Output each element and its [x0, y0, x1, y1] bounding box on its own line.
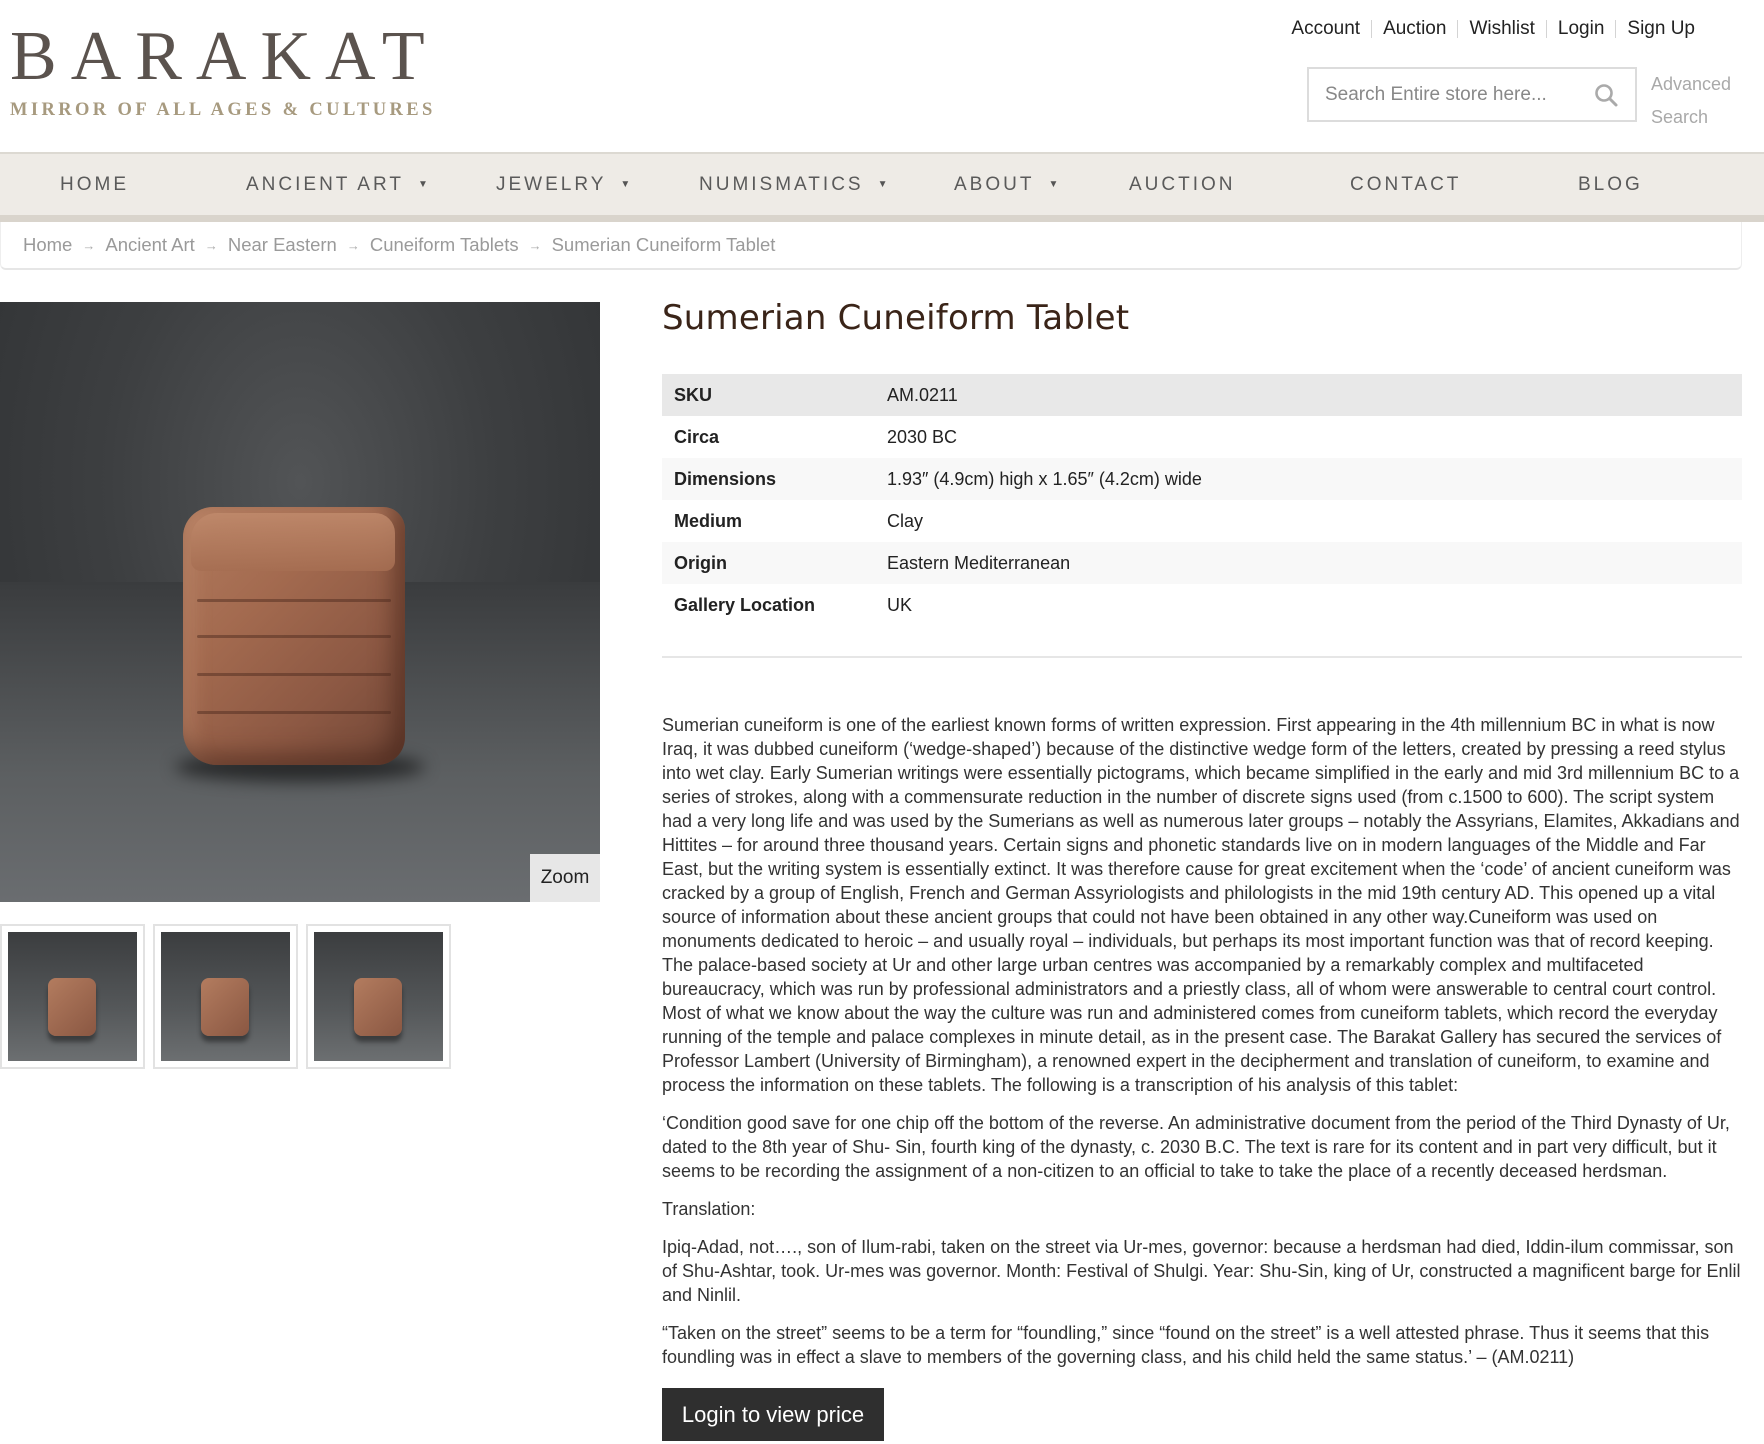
- zoom-button[interactable]: Zoom: [530, 854, 600, 902]
- spec-row-circa: Circa 2030 BC: [662, 416, 1742, 458]
- account-links: Account Auction Wishlist Login Sign Up: [1280, 18, 1706, 40]
- tablet-line: [197, 635, 391, 638]
- brand-tagline: MIRROR OF ALL AGES & CULTURES: [10, 100, 436, 120]
- auction-link[interactable]: Auction: [1372, 18, 1457, 40]
- breadcrumb-ancient-art[interactable]: Ancient Art: [105, 234, 194, 256]
- nav-item-numismatics[interactable]: NUMISMATICS ▼: [699, 154, 888, 215]
- nav-item-label: BLOG: [1578, 173, 1643, 195]
- spec-value: UK: [887, 594, 913, 615]
- product-specs-table: SKU AM.0211 Circa 2030 BC Dimensions 1.93″ …: [662, 374, 1742, 626]
- login-to-view-price-button[interactable]: Login to view price: [662, 1388, 884, 1441]
- spec-key: Origin: [662, 542, 875, 584]
- nav-item-jewelry[interactable]: JEWELRY ▼: [496, 154, 630, 215]
- search-input[interactable]: [1325, 83, 1593, 106]
- brand-name: BARAKAT: [10, 18, 439, 95]
- thumbnail-2[interactable]: [153, 924, 298, 1069]
- spec-key: Dimensions: [662, 458, 875, 500]
- breadcrumb: Home → Ancient Art → Near Eastern → Cune…: [0, 222, 1742, 270]
- arrow-right-icon: →: [528, 237, 542, 253]
- nav-item-auction[interactable]: AUCTION: [1129, 154, 1236, 215]
- login-link[interactable]: Login: [1547, 18, 1616, 40]
- tablet-thumbnail: [354, 978, 402, 1036]
- description-paragraph: ‘Condition good save for one chip off th…: [662, 1113, 1730, 1181]
- breadcrumb-cuneiform-tablets[interactable]: Cuneiform Tablets: [370, 234, 519, 256]
- spec-key: Circa: [674, 426, 720, 447]
- thumbnail-1[interactable]: [0, 924, 145, 1069]
- thumbnail-strip: [0, 924, 451, 1069]
- nav-item-blog[interactable]: BLOG: [1578, 154, 1643, 215]
- description-paragraph: Translation:: [662, 1199, 756, 1219]
- spec-key: Gallery Location: [674, 594, 816, 615]
- signup-link[interactable]: Sign Up: [1616, 18, 1706, 40]
- nav-item-label: HOME: [60, 173, 129, 195]
- brand-logo[interactable]: BARAKAT MIRROR OF ALL AGES & CULTURES: [10, 22, 439, 121]
- advanced-search-link[interactable]: Advanced Search: [1651, 68, 1751, 134]
- spec-row-gallery-location: Gallery Location UK: [662, 584, 1742, 626]
- spec-row-sku: SKU AM.0211: [662, 374, 1742, 416]
- product-description: Sumerian cuneiform is one of the earlies…: [662, 713, 1744, 1383]
- spec-value: 1.93″ (4.9cm) high x 1.65″ (4.2cm) wide: [875, 458, 1742, 500]
- main-nav: HOME ANCIENT ART ▼ JEWELRY ▼ NUMISMATICS ▼ …: [0, 152, 1764, 222]
- nav-item-label: AUCTION: [1129, 173, 1236, 195]
- breadcrumb-home[interactable]: Home: [23, 234, 72, 256]
- wishlist-link[interactable]: Wishlist: [1458, 18, 1545, 40]
- arrow-right-icon: →: [346, 237, 360, 253]
- thumbnail-image: [161, 932, 290, 1061]
- product-title: Sumerian Cuneiform Tablet: [662, 298, 1130, 338]
- chevron-down-icon: ▼: [620, 179, 631, 190]
- spec-value: Clay: [887, 510, 924, 531]
- product-main-image[interactable]: [0, 302, 600, 902]
- spec-row-origin: Origin Eastern Mediterranean: [662, 542, 1742, 584]
- nav-item-ancient-art[interactable]: ANCIENT ART ▼: [246, 154, 428, 215]
- nav-item-label: ANCIENT ART: [246, 173, 404, 195]
- account-link[interactable]: Account: [1280, 18, 1371, 40]
- section-divider: [662, 656, 1742, 658]
- arrow-right-icon: →: [82, 237, 96, 253]
- breadcrumb-current: Sumerian Cuneiform Tablet: [551, 234, 776, 255]
- thumbnail-image: [314, 932, 443, 1061]
- tablet-line: [197, 673, 391, 676]
- spec-value: 2030 BC: [887, 426, 958, 447]
- tablet-thumbnail: [48, 978, 96, 1036]
- nav-item-label: NUMISMATICS: [699, 173, 864, 195]
- chevron-down-icon: ▼: [417, 179, 428, 190]
- spec-value: AM.0211: [875, 374, 1742, 416]
- cuneiform-tablet-image: [183, 507, 405, 765]
- nav-item-label: CONTACT: [1350, 173, 1462, 195]
- arrow-right-icon: →: [204, 237, 218, 253]
- description-paragraph: “Taken on the street” seems to be a term…: [662, 1323, 1710, 1367]
- nav-item-label: ABOUT: [954, 173, 1035, 195]
- description-paragraph: Ipiq-Adad, not…., son of Ilum-rabi, take…: [662, 1237, 1741, 1305]
- spec-key: SKU: [662, 374, 875, 416]
- nav-item-label: JEWELRY: [496, 173, 607, 195]
- description-paragraph: Sumerian cuneiform is one of the earlies…: [662, 715, 1740, 1095]
- thumbnail-image: [8, 932, 137, 1061]
- tablet-thumbnail: [201, 978, 249, 1036]
- spec-value: Eastern Mediterranean: [875, 542, 1742, 584]
- search-icon[interactable]: [1593, 82, 1619, 108]
- nav-item-contact[interactable]: CONTACT: [1350, 154, 1461, 215]
- spec-key: Medium: [674, 510, 743, 531]
- nav-item-about[interactable]: ABOUT ▼: [954, 154, 1058, 215]
- spec-row-medium: Medium Clay: [662, 500, 1742, 542]
- search-box: [1307, 67, 1637, 122]
- tablet-line: [197, 599, 391, 602]
- tablet-line: [197, 711, 391, 714]
- breadcrumb-near-eastern[interactable]: Near Eastern: [228, 234, 337, 256]
- spec-row-dimensions: Dimensions 1.93″ (4.9cm) high x 1.65″ (4.…: [662, 458, 1742, 500]
- chevron-down-icon: ▼: [877, 179, 888, 190]
- tablet-top-face: [191, 513, 395, 571]
- nav-item-home[interactable]: HOME: [60, 154, 129, 215]
- thumbnail-3[interactable]: [306, 924, 451, 1069]
- chevron-down-icon: ▼: [1048, 179, 1059, 190]
